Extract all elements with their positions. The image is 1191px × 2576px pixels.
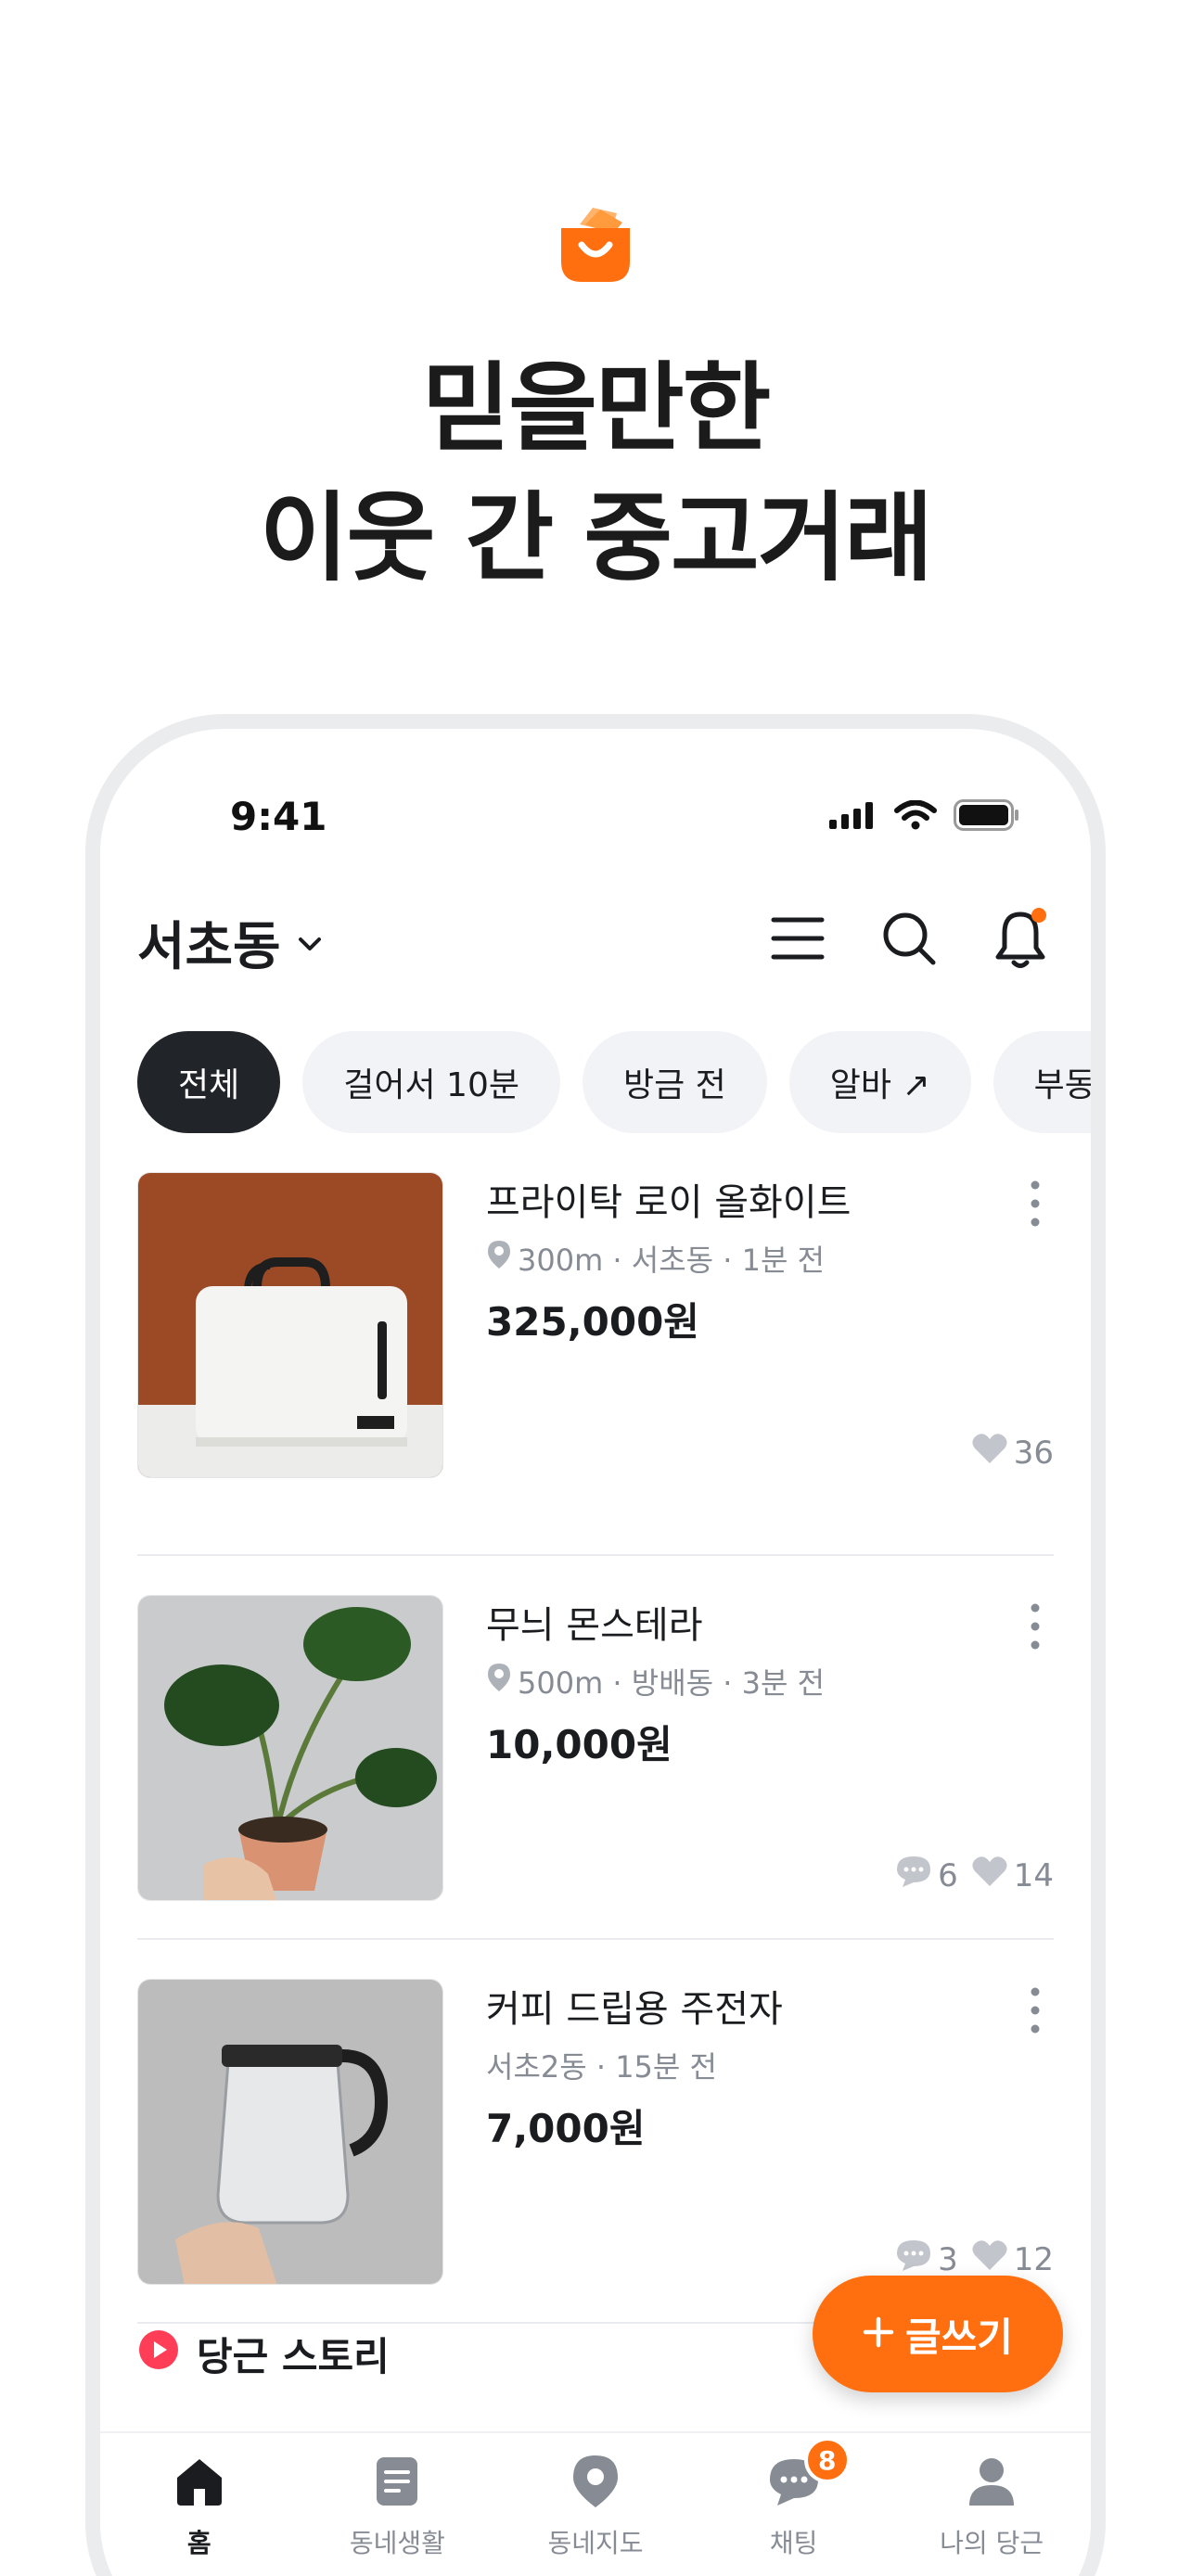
headline-line-2: 이웃 간 중고거래 <box>259 481 933 594</box>
listing-item[interactable]: 프라이탁 로이 올화이트 300m · 서초동 · 1분 전 325,000원 <box>137 1172 1054 1556</box>
chip-just-now[interactable]: 방금 전 <box>582 1031 767 1133</box>
more-options-icon[interactable] <box>1024 1983 1046 2038</box>
tab-community-label: 동네생활 <box>349 2528 445 2558</box>
chip-part-time[interactable]: 알바 ↗ <box>788 1031 971 1133</box>
status-time: 9:41 <box>230 794 327 839</box>
story-label: 당근 스토리 <box>197 2334 390 2379</box>
chip-all[interactable]: 전체 <box>137 1031 281 1133</box>
listing-price: 7,000원 <box>486 2106 646 2151</box>
chevron-down-icon <box>294 912 326 973</box>
listing-list: 프라이탁 로이 올화이트 300m · 서초동 · 1분 전 325,000원 <box>137 1172 1054 2324</box>
write-post-button[interactable]: 글쓰기 <box>813 2276 1063 2392</box>
heart-icon <box>971 2238 1008 2280</box>
listing-meta-text: 서초2동 · 15분 전 <box>486 2049 717 2085</box>
like-stat: 14 <box>971 1855 1054 1896</box>
carrot-market-logo <box>557 204 634 284</box>
plus-icon <box>863 2312 894 2357</box>
search-icon[interactable] <box>876 905 942 972</box>
chat-stat: 6 <box>895 1855 958 1896</box>
write-post-label: 글쓰기 <box>905 2314 1013 2360</box>
like-count: 14 <box>1013 1856 1054 1894</box>
play-icon <box>137 2328 180 2380</box>
filter-chips: 전체 걸어서 10분 방금 전 알바 ↗ 부동산 <box>137 1031 1091 1133</box>
listing-title: 프라이탁 로이 올화이트 <box>486 1181 852 1224</box>
listing-thumbnail <box>137 1172 443 1478</box>
map-pin-icon <box>568 2454 623 2516</box>
top-bar: 서초동 <box>137 905 1054 979</box>
status-icons <box>829 799 1020 835</box>
heart-icon <box>971 1432 1008 1473</box>
listing-stats: 36 <box>971 1432 1054 1473</box>
tab-home-label: 홈 <box>186 2528 211 2558</box>
listing-item[interactable]: 무늬 몬스테라 500m · 방배동 · 3분 전 10,000원 6 14 <box>137 1556 1054 1940</box>
more-options-icon[interactable] <box>1024 1176 1046 1231</box>
tab-community[interactable]: 동네생활 <box>299 2433 497 2576</box>
location-label: 서초동 <box>137 917 281 977</box>
chip-walk-10min[interactable]: 걸어서 10분 <box>302 1031 560 1133</box>
tab-map[interactable]: 동네지도 <box>496 2433 695 2576</box>
listing-meta: 서초2동 · 15분 전 <box>486 2044 717 2086</box>
bell-icon[interactable] <box>987 905 1054 972</box>
chat-stat: 3 <box>895 2238 958 2280</box>
headline-line-1: 믿을만한 <box>421 351 772 465</box>
listing-title: 무늬 몬스테라 <box>486 1604 703 1647</box>
chat-bubble-icon <box>895 2238 932 2280</box>
bottom-tab-bar: 홈 동네생활 동네지도 채팅 8 나의 당근 <box>100 2431 1091 2576</box>
app-screen: 9:41 서초동 전체 걸어서 10분 방금 전 알바 ↗ 부 프라이탁 로이 … <box>100 729 1091 2576</box>
listing-title: 커피 드립용 주전자 <box>486 1988 783 2031</box>
listing-stats: 3 12 <box>895 2238 1054 2280</box>
home-icon <box>172 2454 227 2516</box>
person-icon <box>964 2454 1019 2516</box>
listing-item[interactable]: 커피 드립용 주전자 서초2동 · 15분 전 7,000원 3 12 <box>137 1940 1054 2324</box>
promo-headline: 믿을만한 이웃 간 중고거래 <box>0 343 1191 603</box>
chip-real-estate[interactable]: 부동산 <box>992 1031 1091 1133</box>
listing-price: 10,000원 <box>486 1722 672 1767</box>
like-count: 36 <box>1013 1434 1054 1472</box>
listing-meta: 300m · 서초동 · 1분 전 <box>486 1237 825 1280</box>
tab-my-carrot-label: 나의 당근 <box>940 2528 1044 2558</box>
wifi-icon <box>894 799 937 834</box>
battery-icon <box>954 799 1020 835</box>
more-options-icon[interactable] <box>1024 1599 1046 1654</box>
story-section-header[interactable]: 당근 스토리 <box>137 2326 390 2382</box>
chat-count: 3 <box>938 2240 958 2278</box>
like-count: 12 <box>1013 2240 1054 2278</box>
chat-bubble-icon <box>895 1855 932 1896</box>
location-pin-icon <box>486 1662 512 1701</box>
tab-map-label: 동네지도 <box>547 2528 644 2558</box>
listing-meta: 500m · 방배동 · 3분 전 <box>486 1660 825 1702</box>
listing-meta-text: 300m · 서초동 · 1분 전 <box>518 1243 826 1278</box>
listing-meta-text: 500m · 방배동 · 3분 전 <box>518 1665 826 1701</box>
listing-price: 325,000원 <box>486 1299 699 1345</box>
tab-chat-label: 채팅 <box>769 2528 818 2558</box>
chat-unread-badge: 8 <box>803 2437 851 2483</box>
signal-icon <box>829 801 877 833</box>
tab-home[interactable]: 홈 <box>100 2433 299 2576</box>
listing-thumbnail <box>137 1595 443 1901</box>
phone-frame: 9:41 서초동 전체 걸어서 10분 방금 전 알바 ↗ 부 프라이탁 로이 … <box>85 714 1106 2576</box>
tab-my-carrot[interactable]: 나의 당근 <box>892 2433 1091 2576</box>
tab-chat[interactable]: 채팅 8 <box>695 2433 893 2576</box>
listing-thumbnail <box>137 1979 443 2285</box>
menu-icon[interactable] <box>764 905 831 972</box>
document-icon <box>369 2454 425 2516</box>
top-actions <box>764 905 1054 972</box>
location-selector[interactable]: 서초동 <box>137 905 326 980</box>
heart-icon <box>971 1855 1008 1896</box>
location-pin-icon <box>486 1239 512 1278</box>
like-stat: 36 <box>971 1432 1054 1473</box>
like-stat: 12 <box>971 2238 1054 2280</box>
listing-stats: 6 14 <box>895 1855 1054 1896</box>
chat-count: 6 <box>938 1856 958 1894</box>
